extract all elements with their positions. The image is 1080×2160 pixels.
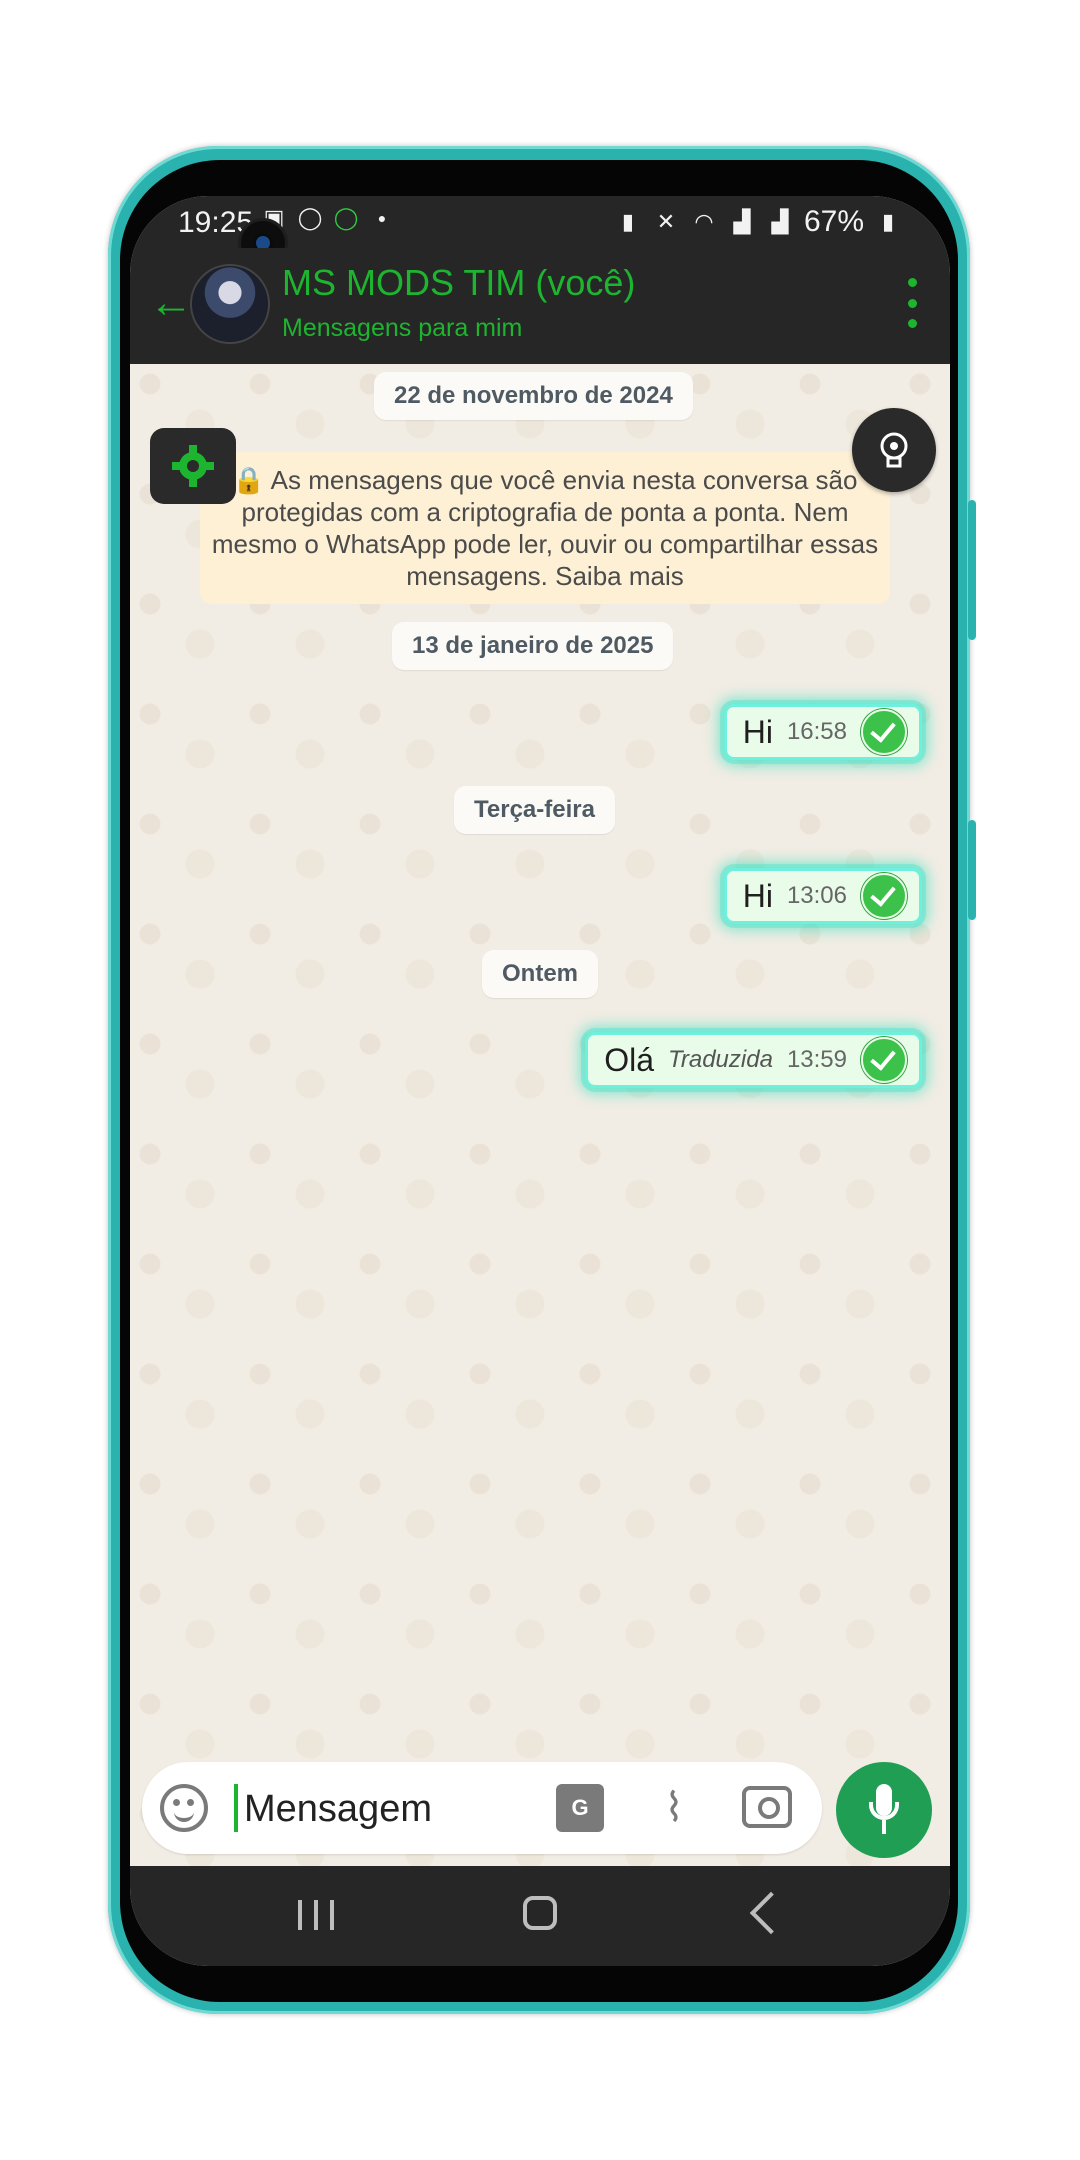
phone-side-button bbox=[968, 500, 976, 640]
microphone-icon-stand bbox=[869, 1802, 899, 1820]
mute-icon: ✕ bbox=[656, 209, 676, 234]
message-text: Hi bbox=[742, 713, 773, 750]
signal-icon: ▟ bbox=[733, 209, 751, 234]
chat-area[interactable]: 22 de novembro de 2024 🔒 As mensagens qu… bbox=[130, 364, 950, 1866]
signal-icon: ▟ bbox=[771, 209, 789, 234]
emoji-icon[interactable] bbox=[160, 1784, 208, 1832]
back-icon[interactable] bbox=[749, 1891, 793, 1935]
whatsapp-business-icon: ◯ bbox=[333, 205, 359, 230]
read-check-icon bbox=[861, 709, 907, 755]
recents-icon[interactable] bbox=[298, 1900, 334, 1930]
whatsapp-icon: ◯ bbox=[297, 205, 323, 230]
phone-side-button bbox=[968, 820, 976, 920]
microphone-icon-base bbox=[882, 1820, 886, 1834]
contact-name[interactable]: MS MODS TIM (você) bbox=[282, 262, 635, 304]
dot-icon: ● bbox=[377, 210, 387, 226]
camera-icon[interactable] bbox=[742, 1786, 792, 1828]
text-caret bbox=[234, 1784, 238, 1832]
contact-subtitle[interactable]: Mensagens para mim bbox=[282, 314, 522, 343]
more-options-icon[interactable] bbox=[900, 278, 924, 328]
chat-header: ← MS MODS TIM (você) Mensagens para mim bbox=[130, 248, 950, 364]
translate-icon[interactable]: G bbox=[556, 1784, 604, 1832]
message-bubble[interactable]: Olá Traduzida 13:59 bbox=[585, 1032, 922, 1088]
back-arrow-icon[interactable]: ← bbox=[146, 278, 196, 328]
status-bar: 19:25 ▣ ◯ ◯ ● ▮ ✕ ◠ ▟ ▟ 67% ▮ bbox=[130, 196, 950, 268]
nfc-icon: ▮ bbox=[621, 209, 634, 234]
home-icon[interactable] bbox=[523, 1896, 557, 1930]
date-chip: Ontem bbox=[482, 950, 599, 998]
phone-screen: 19:25 ▣ ◯ ◯ ● ▮ ✕ ◠ ▟ ▟ 67% ▮ ← MS MODS … bbox=[130, 196, 950, 1966]
message-text: Olá bbox=[604, 1041, 654, 1078]
wifi-icon: ◠ bbox=[694, 209, 714, 234]
message-time: 13:59 bbox=[786, 1046, 847, 1073]
date-chip: 13 de janeiro de 2025 bbox=[392, 622, 674, 670]
encryption-notice[interactable]: 🔒 As mensagens que você envia nesta conv… bbox=[200, 452, 890, 604]
microphone-button[interactable] bbox=[836, 1762, 932, 1858]
lightbulb-gear-icon[interactable] bbox=[852, 408, 936, 492]
settings-gear-icon[interactable] bbox=[150, 428, 236, 504]
translated-label: Traduzida bbox=[667, 1046, 773, 1073]
date-chip: Terça-feira bbox=[454, 786, 615, 834]
date-chip: 22 de novembro de 2024 bbox=[374, 372, 693, 420]
message-composer: G ⌇ bbox=[142, 1762, 822, 1854]
message-time: 13:06 bbox=[786, 882, 847, 909]
read-check-icon bbox=[861, 873, 907, 919]
message-input[interactable] bbox=[242, 1780, 546, 1838]
message-bubble[interactable]: Hi 16:58 bbox=[723, 704, 922, 760]
system-nav-bar bbox=[130, 1866, 950, 1966]
paperclip-icon[interactable]: ⌇ bbox=[650, 1780, 698, 1836]
message-time: 16:58 bbox=[786, 718, 847, 745]
read-check-icon bbox=[861, 1037, 907, 1083]
message-bubble[interactable]: Hi 13:06 bbox=[723, 868, 922, 924]
battery-percent: 67% bbox=[803, 205, 864, 238]
status-right: ▮ ✕ ◠ ▟ ▟ 67% ▮ bbox=[614, 205, 902, 239]
message-text: Hi bbox=[742, 877, 773, 914]
battery-icon: ▮ bbox=[881, 209, 895, 234]
avatar[interactable] bbox=[190, 264, 270, 344]
